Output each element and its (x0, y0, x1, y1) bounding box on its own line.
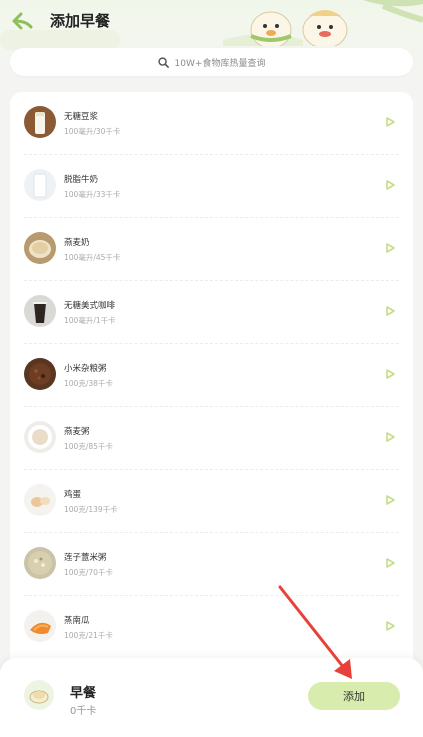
food-thumbnail-oatmilk (24, 232, 56, 264)
play-arrow-icon (386, 432, 395, 442)
food-thumbnail-egg (24, 484, 56, 516)
food-calories: 100毫升/1千卡 (64, 316, 116, 325)
add-button[interactable]: 添加 (308, 682, 400, 710)
food-item-egg[interactable]: 鸡蛋 100克/139千卡 (10, 470, 413, 533)
food-name: 蒸南瓜 (64, 616, 90, 626)
food-thumbnail-grain-porridge (24, 358, 56, 390)
food-search-input[interactable]: 10W+食物库热量查询 (10, 48, 413, 76)
food-calories: 100毫升/33千卡 (64, 190, 121, 199)
food-calories: 100克/38千卡 (64, 379, 113, 388)
search-icon (157, 56, 169, 68)
food-item-pumpkin[interactable]: 蒸南瓜 100克/21千卡 (10, 596, 413, 659)
meal-calories: 0千卡 (70, 706, 97, 717)
bottom-bar: 早餐 0千卡 添加 (0, 658, 423, 737)
breakfast-icon (24, 680, 54, 710)
food-item-lotus-porridge[interactable]: 莲子薏米粥 100克/70千卡 (10, 533, 413, 596)
play-arrow-icon (386, 495, 395, 505)
back-button[interactable] (8, 8, 38, 34)
food-calories: 100毫升/45千卡 (64, 253, 121, 262)
food-name: 无糖美式咖啡 (64, 301, 116, 311)
play-arrow-icon (386, 558, 395, 568)
food-name: 燕麦奶 (64, 238, 90, 248)
play-arrow-icon (386, 369, 395, 379)
food-calories: 100克/70千卡 (64, 568, 113, 577)
food-item-coffee[interactable]: 无糖美式咖啡 100毫升/1千卡 (10, 281, 413, 344)
play-arrow-icon (386, 621, 395, 631)
back-arrow-icon (12, 12, 33, 30)
food-item-soymilk[interactable]: 无糖豆浆 100毫升/30千卡 (10, 92, 413, 155)
food-item-oat-porridge[interactable]: 燕麦粥 100克/85千卡 (10, 407, 413, 470)
food-item-milk[interactable]: 脱脂牛奶 100毫升/33千卡 (10, 155, 413, 218)
header: 添加早餐 (0, 0, 423, 90)
play-arrow-icon (386, 306, 395, 316)
food-list: 无糖豆浆 100毫升/30千卡 脱脂牛奶 100毫升/33千卡 燕麦奶 100毫… (10, 92, 413, 672)
food-calories: 100毫升/30千卡 (64, 127, 121, 136)
food-thumbnail-coffee (24, 295, 56, 327)
food-thumbnail-oat-porridge (24, 421, 56, 453)
food-name: 脱脂牛奶 (64, 175, 99, 185)
mascot-banner-illustration (223, 0, 423, 46)
food-name: 无糖豆浆 (64, 112, 99, 122)
food-calories: 100克/21千卡 (64, 631, 113, 640)
food-name: 小米杂粮粥 (64, 364, 107, 374)
food-calories: 100克/139千卡 (64, 505, 118, 514)
food-item-grain-porridge[interactable]: 小米杂粮粥 100克/38千卡 (10, 344, 413, 407)
page-title: 添加早餐 (50, 12, 111, 30)
food-thumbnail-milk (24, 169, 56, 201)
play-arrow-icon (386, 117, 395, 127)
food-calories: 100克/85千卡 (64, 442, 113, 451)
food-item-oatmilk[interactable]: 燕麦奶 100毫升/45千卡 (10, 218, 413, 281)
search-placeholder: 10W+食物库热量查询 (174, 58, 266, 69)
food-thumbnail-lotus-porridge (24, 547, 56, 579)
food-thumbnail-soymilk (24, 106, 56, 138)
play-arrow-icon (386, 180, 395, 190)
food-thumbnail-pumpkin (24, 610, 56, 642)
food-name: 燕麦粥 (64, 427, 90, 437)
food-name: 莲子薏米粥 (64, 553, 107, 563)
meal-name: 早餐 (70, 686, 97, 701)
play-arrow-icon (386, 243, 395, 253)
food-name: 鸡蛋 (64, 490, 82, 500)
